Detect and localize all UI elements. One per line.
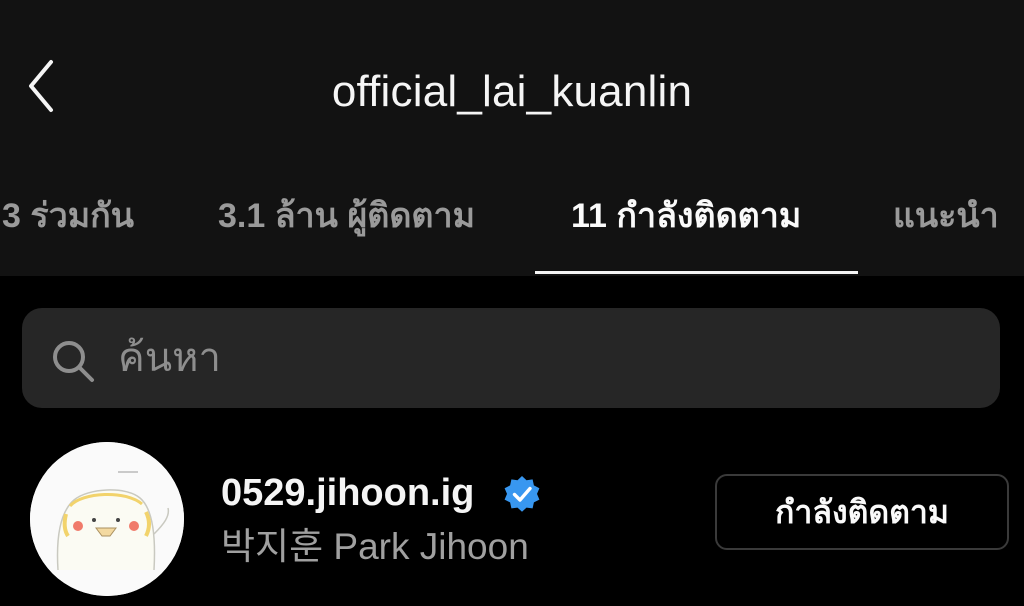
search-icon xyxy=(53,341,94,382)
page-title: official_lai_kuanlin xyxy=(331,67,693,116)
avatar-drawing xyxy=(30,442,184,596)
active-tab-indicator xyxy=(535,271,858,274)
top-header: official_lai_kuanlin 3 ร่วมกัน 3.1 ล้าน … xyxy=(0,0,1024,276)
tab-suggested[interactable]: แนะนำ xyxy=(893,186,999,246)
tab-followers[interactable]: 3.1 ล้าน ผู้ติดตาม xyxy=(218,186,475,246)
username[interactable]: 0529.jihoon.ig xyxy=(221,466,474,520)
tab-following[interactable]: 11 กำลังติดตาม xyxy=(571,186,801,246)
full-name: 박지훈 Park Jihoon xyxy=(221,526,529,567)
tab-bar: 3 ร่วมกัน 3.1 ล้าน ผู้ติดตาม 11 กำลังติด… xyxy=(0,186,1024,246)
verified-badge-icon xyxy=(504,476,540,512)
avatar[interactable] xyxy=(30,442,184,596)
tab-mutual[interactable]: 3 ร่วมกัน xyxy=(2,186,134,246)
search-placeholder: ค้นหา xyxy=(118,336,221,380)
following-button[interactable]: กำลังติดตาม xyxy=(715,474,1009,550)
